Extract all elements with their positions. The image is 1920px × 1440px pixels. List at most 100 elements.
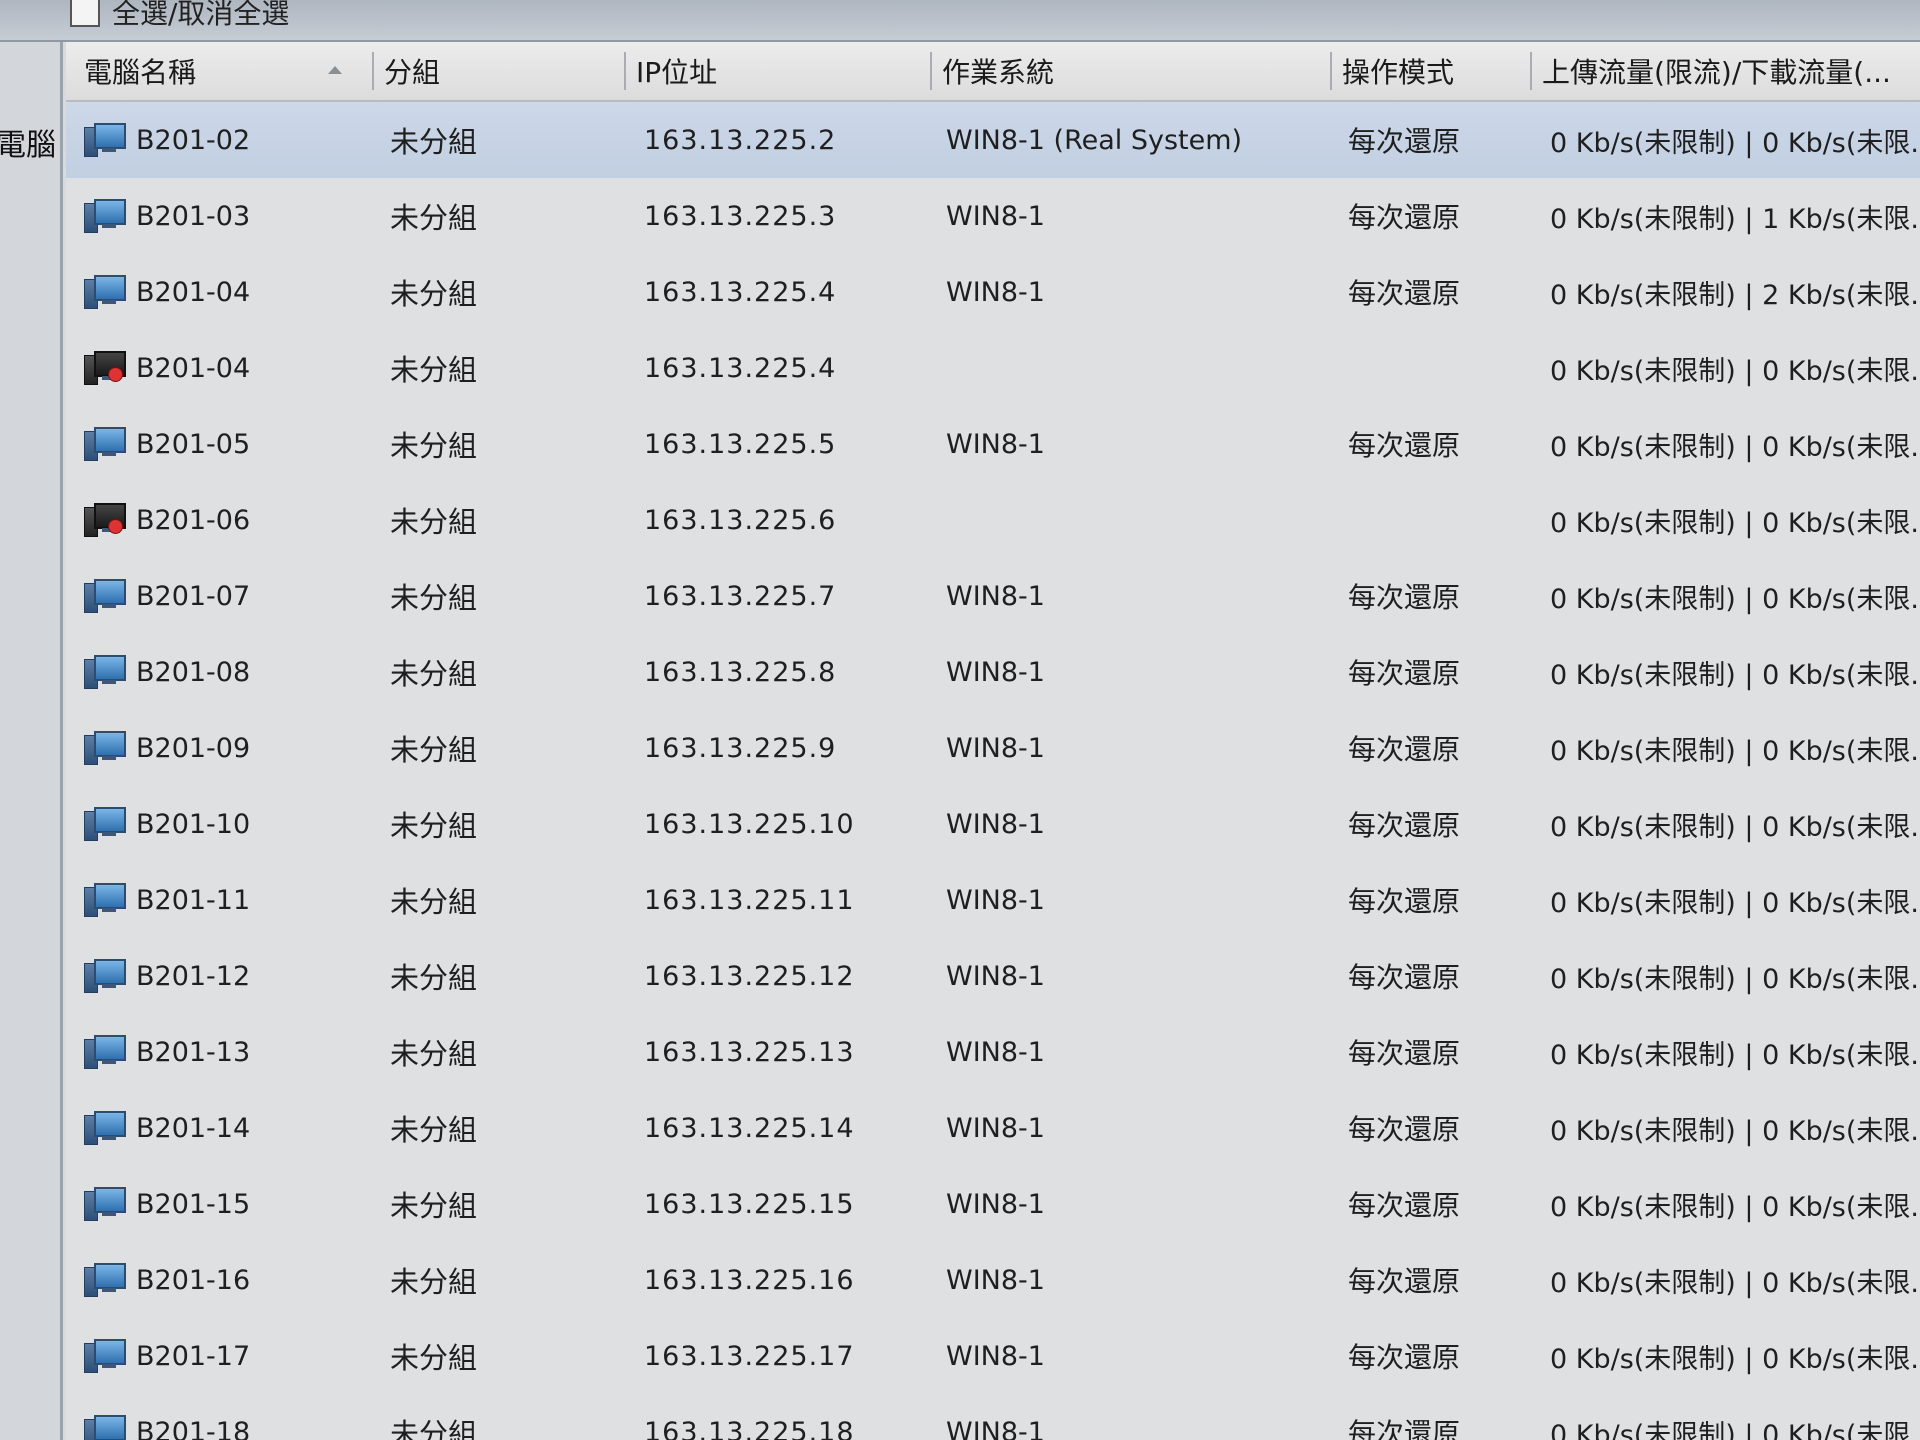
traffic-cell: 0 Kb/s(未限制) | 0 Kb/s(未限... (1550, 735, 1920, 767)
table-row[interactable]: B201-04 未分組 163.13.225.4 0 Kb/s(未限制) | 0 Kb… (66, 330, 1920, 406)
operation-mode-cell (1348, 330, 1518, 406)
computer-name-cell[interactable]: B201-07 (84, 558, 364, 634)
computer-name-cell[interactable]: B201-15 (84, 1166, 364, 1242)
os-cell (946, 482, 1366, 558)
table-row[interactable]: B201-11 未分組 163.13.225.11 WIN8-1 每次還原 0 Kb/s(… (66, 862, 1920, 938)
table-row[interactable]: B201-09 未分組 163.13.225.9 WIN8-1 每次還原 0 Kb/s(未… (66, 710, 1920, 786)
column-divider[interactable] (372, 52, 374, 90)
column-divider[interactable] (1530, 52, 1532, 90)
table-row[interactable]: B201-08 未分組 163.13.225.8 WIN8-1 每次還原 0 Kb/s(未… (66, 634, 1920, 710)
traffic-cell: 0 Kb/s(未限制) | 0 Kb/s(未限... (1550, 127, 1920, 159)
computer-icon (84, 731, 126, 765)
traffic-cell: 0 Kb/s(未限制) | 0 Kb/s(未限... (1550, 431, 1920, 463)
computer-name: B201-08 (136, 656, 251, 688)
computer-name: B201-13 (136, 1036, 251, 1068)
table-row[interactable]: B201-02 未分組 163.13.225.2 WIN8-1 (Real Syste… (66, 102, 1920, 178)
computer-icon (84, 883, 126, 917)
computer-name-cell[interactable]: B201-04 (84, 330, 364, 406)
ip-address-cell: 163.13.225.4 (644, 276, 837, 308)
computer-name-cell[interactable]: B201-12 (84, 938, 364, 1014)
table-row[interactable]: B201-18 未分組 163.13.225.18 WIN8-1 每次還原 0 Kb/s(… (66, 1394, 1920, 1440)
select-all-label: 全選/取消全選 (112, 0, 290, 30)
ip-address-cell: 163.13.225.17 (644, 1340, 855, 1372)
table-row[interactable]: B201-16 未分組 163.13.225.16 WIN8-1 每次還原 0 Kb/s(… (66, 1242, 1920, 1318)
traffic-cell: 0 Kb/s(未限制) | 2 Kb/s(未限... (1550, 279, 1920, 311)
os-cell: WIN8-1 (946, 1416, 1045, 1440)
column-header-traffic[interactable]: 上傳流量(限流)/下載流量(... (1542, 42, 1920, 100)
os-cell: WIN8-1 (946, 1340, 1045, 1372)
computer-icon (84, 1111, 126, 1145)
computer-icon (84, 1415, 126, 1440)
group-cell: 未分組 (390, 657, 478, 691)
operation-mode-cell: 每次還原 (1348, 1189, 1461, 1222)
computer-icon (84, 1187, 126, 1221)
group-cell: 未分組 (390, 1417, 478, 1440)
table-row[interactable]: B201-07 未分組 163.13.225.7 WIN8-1 每次還原 0 Kb/s(未… (66, 558, 1920, 634)
os-cell: WIN8-1 (946, 1264, 1045, 1296)
computer-name: B201-17 (136, 1340, 251, 1372)
ip-address-cell: 163.13.225.13 (644, 1036, 855, 1068)
column-header-os[interactable]: 作業系統 (942, 42, 1272, 100)
table-row[interactable]: B201-14 未分組 163.13.225.14 WIN8-1 每次還原 0 Kb/s(… (66, 1090, 1920, 1166)
ip-address-cell: 163.13.225.12 (644, 960, 855, 992)
table-row[interactable]: B201-17 未分組 163.13.225.17 WIN8-1 每次還原 0 Kb/s(… (66, 1318, 1920, 1394)
traffic-cell: 0 Kb/s(未限制) | 0 Kb/s(未限... (1550, 963, 1920, 995)
computer-name-cell[interactable]: B201-17 (84, 1318, 364, 1394)
os-cell: WIN8-1 (946, 656, 1045, 688)
ip-address-cell: 163.13.225.5 (644, 428, 837, 460)
computer-name-cell[interactable]: B201-06 (84, 482, 364, 558)
computer-name-cell[interactable]: B201-14 (84, 1090, 364, 1166)
computer-name-cell[interactable]: B201-13 (84, 1014, 364, 1090)
group-cell: 未分組 (390, 809, 478, 843)
operation-mode-cell: 每次還原 (1348, 429, 1461, 462)
traffic-cell: 0 Kb/s(未限制) | 0 Kb/s(未限... (1550, 659, 1920, 691)
column-header-ip[interactable]: IP位址 (636, 42, 936, 100)
ip-address-cell: 163.13.225.3 (644, 200, 837, 232)
table-row[interactable]: B201-04 未分組 163.13.225.4 WIN8-1 每次還原 0 Kb/s(未… (66, 254, 1920, 330)
screen: 全選/取消全選 電腦 電腦名稱 分組 IP位址 作業系統 操作模式 上傳流量(限… (0, 0, 1920, 1440)
column-divider[interactable] (930, 52, 932, 90)
computer-icon (84, 275, 126, 309)
computer-name-cell[interactable]: B201-03 (84, 178, 364, 254)
select-all-checkbox[interactable] (70, 0, 100, 27)
column-header-mode[interactable]: 操作模式 (1342, 42, 1522, 100)
column-header-name-label: 電腦名稱 (84, 56, 197, 89)
computer-name-cell[interactable]: B201-16 (84, 1242, 364, 1318)
table-row[interactable]: B201-13 未分組 163.13.225.13 WIN8-1 每次還原 0 Kb/s(… (66, 1014, 1920, 1090)
os-cell: WIN8-1 (Real System) (946, 124, 1243, 156)
operation-mode-cell: 每次還原 (1348, 1037, 1461, 1070)
ip-address-cell: 163.13.225.6 (644, 504, 837, 536)
table-row[interactable]: B201-12 未分組 163.13.225.12 WIN8-1 每次還原 0 Kb/s(… (66, 938, 1920, 1014)
computer-name-cell[interactable]: B201-09 (84, 710, 364, 786)
computer-list: 電腦名稱 分組 IP位址 作業系統 操作模式 上傳流量(限流)/下載流量(... (66, 42, 1920, 1440)
ip-address-cell: 163.13.225.18 (644, 1416, 855, 1440)
computer-name-cell[interactable]: B201-02 (84, 102, 364, 178)
computer-name-cell[interactable]: B201-10 (84, 786, 364, 862)
column-header-group[interactable]: 分組 (384, 42, 584, 100)
column-divider[interactable] (1330, 52, 1332, 90)
os-cell: WIN8-1 (946, 1036, 1045, 1068)
table-row[interactable]: B201-15 未分組 163.13.225.15 WIN8-1 每次還原 0 Kb/s(… (66, 1166, 1920, 1242)
os-cell: WIN8-1 (946, 200, 1045, 232)
operation-mode-cell: 每次還原 (1348, 125, 1461, 158)
computer-name-cell[interactable]: B201-08 (84, 634, 364, 710)
group-cell: 未分組 (390, 733, 478, 767)
computer-name-cell[interactable]: B201-05 (84, 406, 364, 482)
column-header-os-label: 作業系統 (942, 56, 1055, 89)
computer-name-cell[interactable]: B201-18 (84, 1394, 364, 1440)
operation-mode-cell: 每次還原 (1348, 1113, 1461, 1146)
column-header-traffic-label: 上傳流量(限流)/下載流量(... (1542, 56, 1891, 89)
select-all-toggle[interactable]: 全選/取消全選 (70, 0, 289, 32)
computer-name-cell[interactable]: B201-11 (84, 862, 364, 938)
os-cell: WIN8-1 (946, 884, 1045, 916)
left-panel-label[interactable]: 電腦 (0, 120, 56, 164)
computer-name: B201-06 (136, 504, 251, 536)
computer-icon (84, 579, 126, 613)
table-row[interactable]: B201-03 未分組 163.13.225.3 WIN8-1 每次還原 0 Kb/s(未… (66, 178, 1920, 254)
column-divider[interactable] (624, 52, 626, 90)
table-row[interactable]: B201-05 未分組 163.13.225.5 WIN8-1 每次還原 0 Kb/s(未… (66, 406, 1920, 482)
computer-name-cell[interactable]: B201-04 (84, 254, 364, 330)
group-cell: 未分組 (390, 125, 478, 159)
table-row[interactable]: B201-10 未分組 163.13.225.10 WIN8-1 每次還原 0 Kb/s(… (66, 786, 1920, 862)
table-row[interactable]: B201-06 未分組 163.13.225.6 0 Kb/s(未限制) | 0 Kb… (66, 482, 1920, 558)
